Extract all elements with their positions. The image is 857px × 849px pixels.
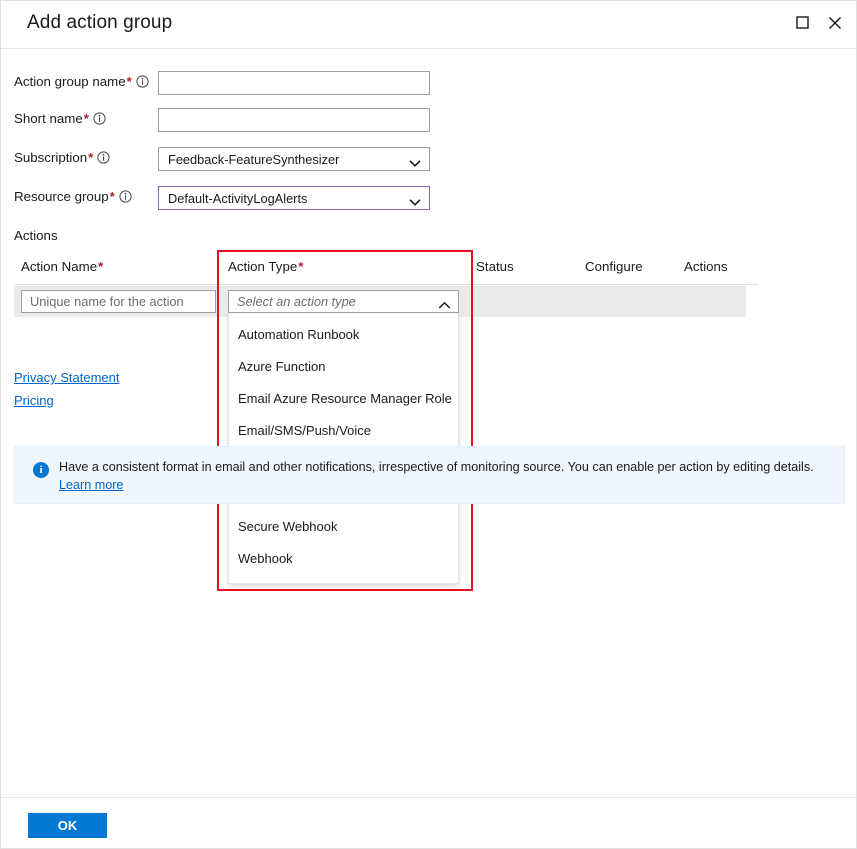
required-asterisk: *: [87, 150, 94, 165]
info-banner-message: Have a consistent format in email and ot…: [59, 460, 814, 474]
dropdown-option-azure-function[interactable]: Azure Function: [229, 351, 458, 383]
field-action-group-name: Action group name*: [1, 71, 856, 97]
chevron-down-icon: [409, 194, 421, 212]
field-subscription: Subscription* Feedback-FeatureSynthesize…: [1, 147, 856, 173]
footer-links: Privacy Statement Pricing: [14, 370, 120, 416]
label-text: Short name: [14, 111, 83, 126]
required-asterisk: *: [83, 111, 90, 126]
subscription-select[interactable]: Feedback-FeatureSynthesizer: [158, 147, 430, 171]
field-short-name: Short name*: [1, 108, 856, 134]
info-icon: i: [33, 462, 49, 478]
label-text: Action group name: [14, 74, 126, 89]
action-name-input[interactable]: [21, 290, 216, 313]
action-type-placeholder: Select an action type: [237, 294, 356, 309]
ok-button[interactable]: OK: [28, 813, 107, 838]
resource-group-value: Default-ActivityLogAlerts: [168, 191, 307, 206]
action-group-name-input[interactable]: [158, 71, 430, 95]
label-resource-group: Resource group*: [14, 189, 132, 206]
footer-divider: [1, 797, 856, 798]
chevron-down-icon: [409, 155, 421, 173]
actions-section-label: Actions: [14, 228, 58, 243]
add-action-group-dialog: Add action group Action group name*: [0, 0, 857, 849]
column-header-action-name: Action Name*: [21, 259, 104, 274]
info-banner-text: Have a consistent format in email and ot…: [59, 458, 830, 494]
column-label: Action Type: [228, 259, 297, 274]
column-header-action-type: Action Type*: [228, 259, 304, 274]
info-banner: i Have a consistent format in email and …: [14, 446, 845, 504]
label-subscription: Subscription*: [14, 150, 110, 167]
dropdown-option-webhook[interactable]: Webhook: [229, 543, 458, 575]
action-type-combobox[interactable]: Select an action type: [228, 290, 459, 313]
required-asterisk: *: [126, 74, 133, 89]
field-resource-group: Resource group* Default-ActivityLogAlert…: [1, 186, 856, 212]
column-label: Action Name: [21, 259, 97, 274]
subscription-value: Feedback-FeatureSynthesizer: [168, 152, 339, 167]
required-asterisk: *: [97, 259, 104, 274]
pricing-link[interactable]: Pricing: [14, 393, 120, 408]
column-header-actions: Actions: [684, 259, 728, 274]
learn-more-link[interactable]: Learn more: [59, 478, 123, 492]
maximize-button[interactable]: [787, 9, 817, 39]
column-header-status: Status: [476, 259, 514, 274]
close-icon: [820, 16, 850, 30]
required-asterisk: *: [297, 259, 304, 274]
dropdown-option-email-sms-push-voice[interactable]: Email/SMS/Push/Voice: [229, 415, 458, 447]
info-icon[interactable]: [97, 151, 110, 167]
label-short-name: Short name*: [14, 111, 106, 128]
required-asterisk: *: [109, 189, 116, 204]
short-name-input[interactable]: [158, 108, 430, 132]
dialog-title: Add action group: [27, 12, 172, 34]
info-icon[interactable]: [136, 75, 149, 91]
label-text: Resource group: [14, 189, 109, 204]
dropdown-option-secure-webhook[interactable]: Secure Webhook: [229, 511, 458, 543]
label-text: Subscription: [14, 150, 87, 165]
column-header-configure: Configure: [585, 259, 643, 274]
resource-group-select[interactable]: Default-ActivityLogAlerts: [158, 186, 430, 210]
dialog-titlebar: Add action group: [1, 1, 856, 49]
privacy-statement-link[interactable]: Privacy Statement: [14, 370, 120, 385]
info-icon[interactable]: [93, 112, 106, 128]
label-action-group-name: Action group name*: [14, 74, 149, 91]
actions-table-header: Action Name* Action Type* Status Configu…: [14, 259, 758, 281]
info-icon[interactable]: [119, 190, 132, 206]
dropdown-option-email-azure-resource-manager-role[interactable]: Email Azure Resource Manager Role: [229, 383, 458, 415]
maximize-icon: [787, 16, 817, 29]
close-button[interactable]: [820, 9, 850, 39]
dropdown-option-automation-runbook[interactable]: Automation Runbook: [229, 319, 458, 351]
table-header-divider: [14, 284, 758, 285]
